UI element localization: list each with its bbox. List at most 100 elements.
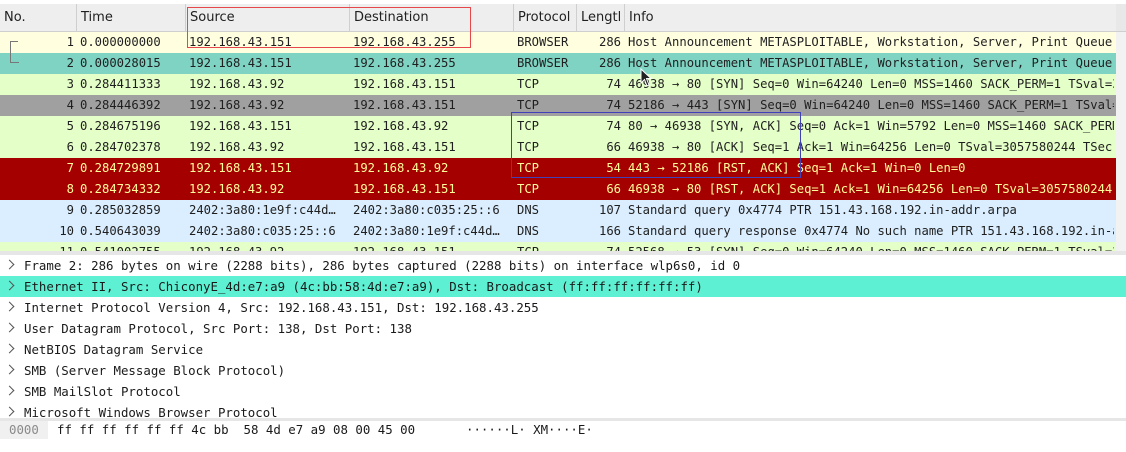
bytes-ascii[interactable]: ······L· XM····E· <box>466 421 593 439</box>
detail-tree-item[interactable]: NetBIOS Datagram Service <box>0 339 1126 360</box>
packet-destination: 192.168.43.92 <box>353 161 449 175</box>
packet-time: 0.284411333 <box>80 77 161 91</box>
packet-destination: 192.168.43.151 <box>353 242 513 251</box>
packet-source: 192.168.43.92 <box>189 140 285 154</box>
detail-tree-label: SMB (Server Message Block Protocol) <box>24 363 286 378</box>
detail-tree-label: User Datagram Protocol, Src Port: 138, D… <box>24 321 412 336</box>
detail-tree-item[interactable]: SMB (Server Message Block Protocol) <box>0 360 1126 381</box>
packet-length: 166 <box>598 224 621 238</box>
packet-protocol: TCP <box>517 77 540 91</box>
detail-tree-item[interactable]: Ethernet II, Src: ChiconyE_4d:e7:a9 (4c:… <box>0 276 1126 297</box>
packet-time: 0.284675196 <box>80 119 161 133</box>
packet-info: Host Announcement METASPLOITABLE, Workst… <box>628 56 1114 70</box>
packet-no: 6 <box>66 140 74 154</box>
packet-source: 192.168.43.92 <box>189 77 285 91</box>
packet-source: 192.168.43.151 <box>189 119 292 133</box>
chevron-right-icon[interactable] <box>4 301 15 312</box>
packet-row[interactable]: 8 0.284734332 192.168.43.92 192.168.43.151 T… <box>0 179 1116 200</box>
packet-no: 5 <box>66 119 74 133</box>
packet-info: Standard query response 0x4774 No such n… <box>628 224 1114 238</box>
packet-destination: 192.168.43.151 <box>353 140 456 154</box>
packet-info: Host Announcement METASPLOITABLE, Workst… <box>628 35 1114 49</box>
detail-tree-label: Frame 2: 286 bytes on wire (2288 bits), … <box>24 258 741 273</box>
annotation-box-red <box>187 7 471 48</box>
packet-no: 4 <box>66 98 74 112</box>
packet-details-pane[interactable]: Frame 2: 286 bytes on wire (2288 bits), … <box>0 255 1126 418</box>
packet-row[interactable]: 2 0.000028015 192.168.43.151 192.168.43.255… <box>0 53 1116 74</box>
header-spacer <box>1116 4 1126 31</box>
mouse-cursor-icon <box>640 68 653 87</box>
packet-length: 107 <box>598 203 621 217</box>
detail-tree-item[interactable]: SMB MailSlot Protocol <box>0 381 1126 402</box>
packet-destination: 192.168.43.151 <box>353 182 456 196</box>
packet-source: 192.168.43.92 <box>189 182 285 196</box>
packet-no: 10 <box>59 224 74 238</box>
packet-time: 0.285032859 <box>80 203 161 217</box>
packet-row[interactable]: 9 0.285032859 2402:3a80:1e9f:c44d… 2402:3a8… <box>0 200 1116 221</box>
packet-info: 46938 → 80 [SYN] Seq=0 Win=64240 Len=0 M… <box>628 77 1114 91</box>
chevron-right-icon[interactable] <box>4 343 15 354</box>
column-header-info[interactable]: Info <box>625 4 1116 31</box>
packet-info: Standard query 0x4774 PTR 151.43.168.192… <box>628 203 1017 217</box>
packet-destination: 192.168.43.92 <box>353 119 449 133</box>
packet-protocol: BROWSER <box>517 56 569 70</box>
packet-time: 0.284446392 <box>80 98 161 112</box>
packet-info: 52568 → 53 [SYN] Seq=0 Win=64240 Len=0 M… <box>628 242 1114 251</box>
packet-row[interactable]: 11 0.541002755192.168.43.92 192.168.43.151… <box>0 242 1116 251</box>
chevron-right-icon[interactable] <box>4 259 15 270</box>
bytes-hex[interactable]: ff ff ff ff ff ff 4c bb 58 4d e7 a9 08 0… <box>57 421 415 439</box>
chevron-right-icon[interactable] <box>4 322 15 333</box>
packet-protocol: BROWSER <box>517 35 569 49</box>
packet-row[interactable]: 3 0.284411333 192.168.43.92 192.168.43.151 T… <box>0 74 1116 95</box>
detail-tree-item[interactable]: Frame 2: 286 bytes on wire (2288 bits), … <box>0 255 1126 276</box>
packet-time: 0.540643039 <box>80 224 161 238</box>
detail-tree-item[interactable]: User Datagram Protocol, Src Port: 138, D… <box>0 318 1126 339</box>
column-header-time[interactable]: Time <box>77 4 186 31</box>
packet-list-scrollbar[interactable] <box>1116 32 1126 251</box>
chevron-right-icon[interactable] <box>4 406 15 417</box>
packet-list-pane[interactable]: No. Time Source Destination Protocol Len… <box>0 0 1126 251</box>
packet-no: 11 <box>0 242 74 251</box>
annotation-box-blue <box>511 112 801 178</box>
packet-list-header: No. Time Source Destination Protocol Len… <box>0 4 1126 32</box>
packet-no: 9 <box>66 203 74 217</box>
packet-protocol: TCP <box>517 242 575 251</box>
packet-time: 0.284702378 <box>80 140 161 154</box>
packet-source: 192.168.43.92 <box>189 98 285 112</box>
packet-source: 2402:3a80:1e9f:c44d… <box>189 203 336 217</box>
bytes-offset: 0000 <box>0 421 48 439</box>
column-header-protocol[interactable]: Protocol <box>514 4 577 31</box>
packet-destination: 192.168.43.151 <box>353 98 456 112</box>
packet-length: 74 <box>606 77 621 91</box>
chevron-right-icon[interactable] <box>4 385 15 396</box>
packet-info: 46938 → 80 [RST, ACK] Seq=1 Ack=1 Win=64… <box>628 182 1114 196</box>
packet-time: 0.000028015 <box>80 56 161 70</box>
detail-tree-label: Ethernet II, Src: ChiconyE_4d:e7:a9 (4c:… <box>24 279 703 294</box>
column-header-length[interactable]: Lengtl <box>577 4 625 31</box>
detail-tree-item[interactable]: Microsoft Windows Browser Protocol <box>0 402 1126 418</box>
packet-no: 8 <box>66 182 74 196</box>
packet-source: 192.168.43.151 <box>189 56 292 70</box>
packet-row[interactable]: 10 0.540643039 2402:3a80:c035:25::6 2402:3a… <box>0 221 1116 242</box>
detail-tree-label: NetBIOS Datagram Service <box>24 342 204 357</box>
packet-time: 0.541002755 <box>80 242 186 251</box>
detail-tree-label: SMB MailSlot Protocol <box>24 384 181 399</box>
column-header-no[interactable]: No. <box>0 4 77 31</box>
packet-length: 286 <box>598 35 621 49</box>
detail-tree-item[interactable]: Internet Protocol Version 4, Src: 192.16… <box>0 297 1126 318</box>
packet-source: 192.168.43.92 <box>189 242 349 251</box>
packet-destination: 2402:3a80:1e9f:c44d… <box>353 224 500 238</box>
packet-row[interactable]: 1 0.000000000 192.168.43.151 192.168.43.255… <box>0 32 1116 53</box>
detail-tree-label: Microsoft Windows Browser Protocol <box>24 405 278 418</box>
packet-destination: 2402:3a80:c035:25::6 <box>353 203 500 217</box>
packet-destination: 192.168.43.255 <box>353 56 456 70</box>
packet-destination: 192.168.43.151 <box>353 77 456 91</box>
packet-bytes-pane[interactable]: 0000 ff ff ff ff ff ff 4c bb 58 4d e7 a9… <box>0 421 1126 452</box>
packet-protocol: TCP <box>517 182 540 196</box>
packet-protocol: DNS <box>517 203 540 217</box>
chevron-right-icon[interactable] <box>4 364 15 375</box>
packet-source: 2402:3a80:c035:25::6 <box>189 224 336 238</box>
packet-length: 66 <box>606 182 621 196</box>
packet-time: 0.000000000 <box>80 35 161 49</box>
chevron-right-icon[interactable] <box>4 280 15 291</box>
